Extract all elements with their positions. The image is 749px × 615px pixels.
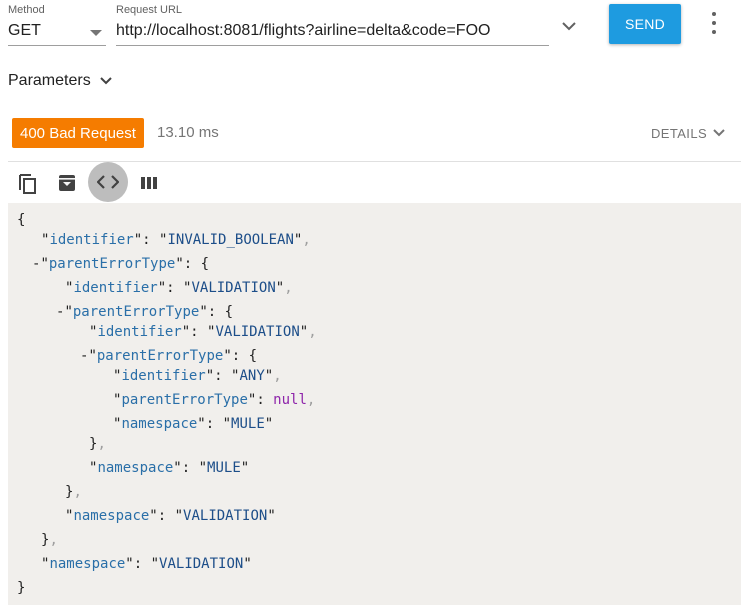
json-line: "namespace": "MULE"	[89, 460, 250, 476]
more-options-icon[interactable]	[707, 12, 721, 34]
chevron-down-icon	[99, 77, 112, 85]
columns-icon[interactable]	[136, 170, 162, 196]
save-icon[interactable]	[54, 170, 80, 196]
json-line: "namespace": "MULE"	[113, 416, 274, 432]
json-line: "namespace": "VALIDATION"	[65, 508, 276, 524]
json-line: }	[17, 580, 26, 596]
url-underline	[116, 45, 549, 46]
url-label: Request URL	[116, 4, 183, 16]
copy-icon[interactable]	[14, 170, 40, 196]
method-select[interactable]: GET	[8, 18, 106, 46]
status-badge: 400 Bad Request	[12, 118, 144, 148]
method-underline	[8, 45, 106, 46]
response-body: { "identifier": "INVALID_BOOLEAN", -"par…	[8, 203, 741, 605]
parameters-label: Parameters	[8, 72, 91, 89]
json-line: },	[41, 532, 58, 548]
details-label: DETAILS	[651, 125, 708, 141]
json-line: "identifier": "VALIDATION",	[89, 324, 317, 340]
code-view-icon[interactable]	[88, 162, 128, 202]
url-value: http://localhost:8081/flights?airline=de…	[116, 22, 491, 39]
send-button[interactable]: SEND	[609, 4, 681, 44]
url-input[interactable]: http://localhost:8081/flights?airline=de…	[116, 18, 549, 46]
json-line: "identifier": "ANY",	[113, 368, 282, 384]
chevron-down-icon[interactable]	[560, 20, 578, 34]
caret-down-icon	[90, 30, 102, 36]
response-time: 13.10 ms	[157, 124, 219, 141]
json-line: -"parentErrorType": {	[32, 256, 210, 272]
divider	[8, 161, 741, 162]
json-line: "namespace": "VALIDATION"	[41, 556, 252, 572]
method-value: GET	[8, 22, 41, 39]
json-line: "parentErrorType": null,	[113, 392, 316, 408]
method-label: Method	[8, 4, 45, 16]
json-line: {	[17, 212, 26, 228]
json-line: },	[89, 436, 106, 452]
parameters-toggle[interactable]: Parameters	[8, 70, 113, 92]
chevron-down-icon	[713, 129, 725, 137]
json-line: "identifier": "INVALID_BOOLEAN",	[41, 232, 311, 248]
details-button[interactable]: DETAILS	[651, 124, 726, 142]
json-line: "identifier": "VALIDATION",	[65, 280, 293, 296]
json-line: },	[65, 484, 82, 500]
